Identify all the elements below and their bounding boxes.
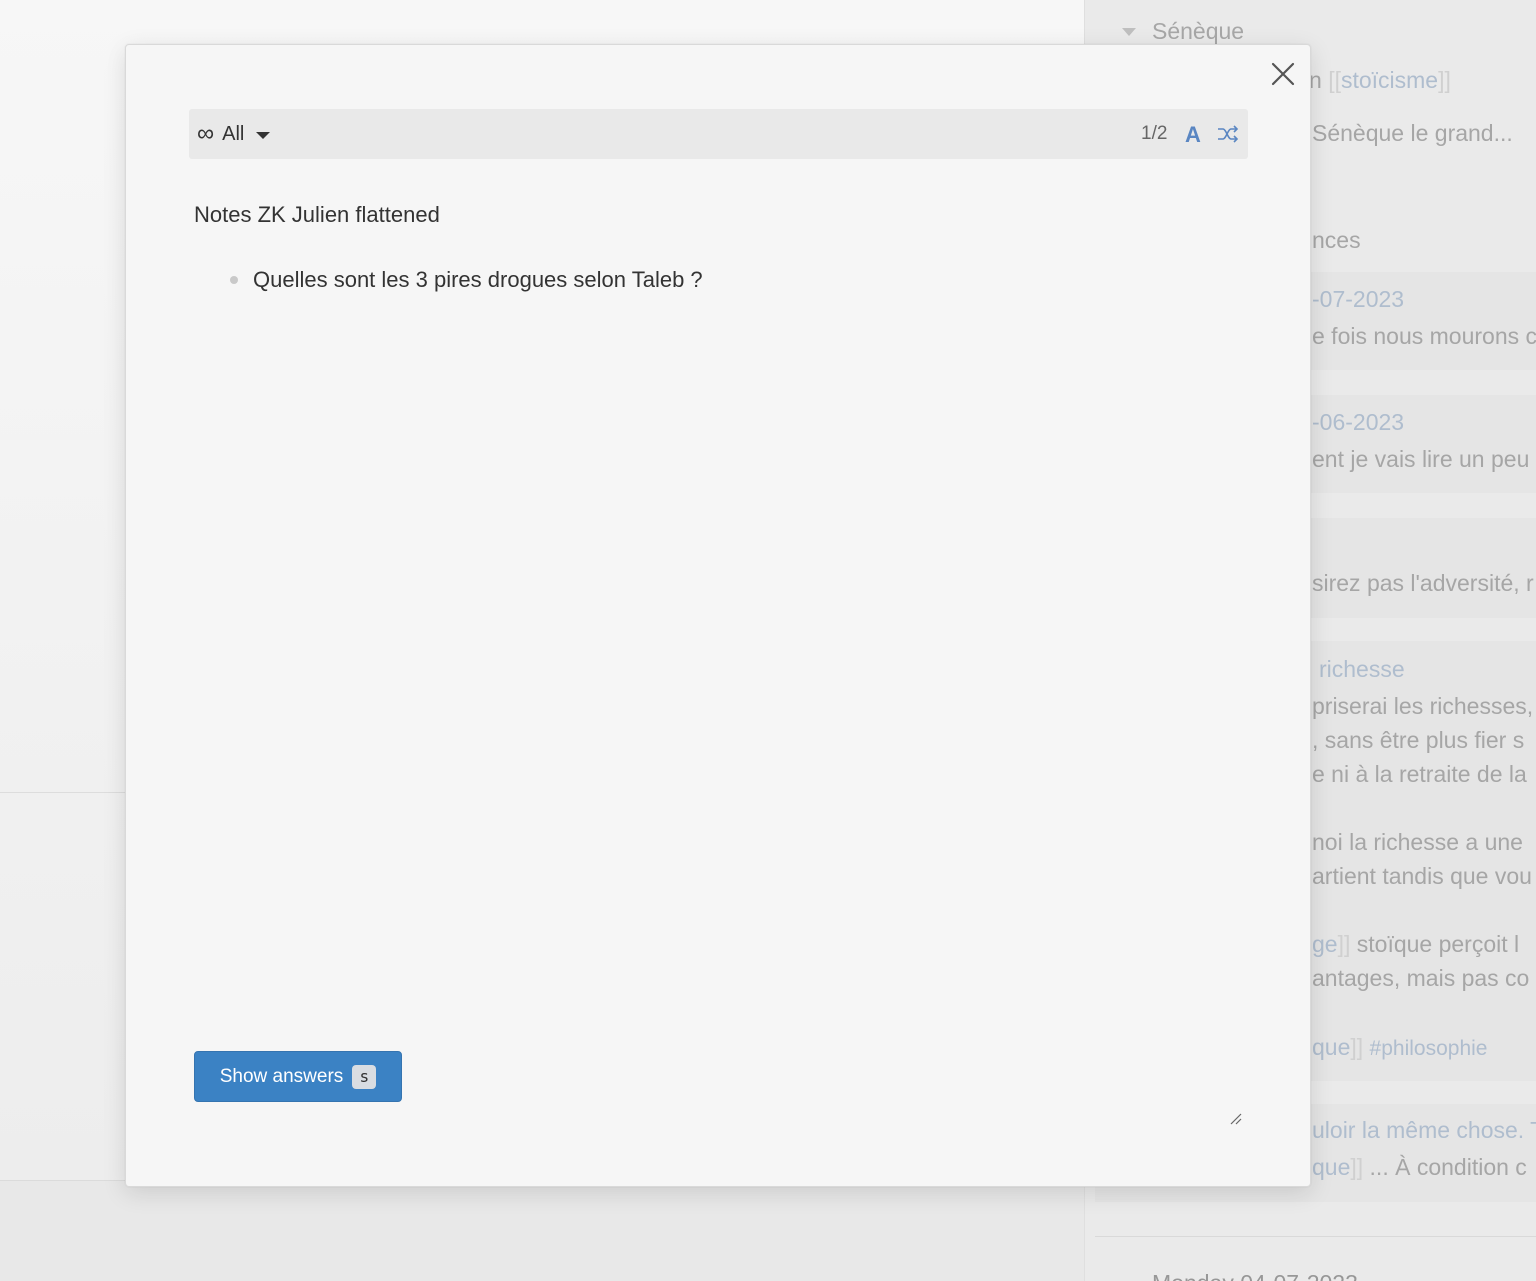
show-answers-button[interactable]: Show answers s	[194, 1051, 402, 1102]
card-title: Notes ZK Julien flattened	[194, 202, 440, 227]
close-icon	[1271, 62, 1295, 86]
flashcard-modal: ∞ All 1/2 A Notes ZK Julien flattened Qu…	[125, 44, 1311, 1187]
chevron-down-icon	[256, 131, 271, 139]
show-answers-label: Show answers	[219, 1065, 344, 1087]
deck-label: All	[222, 122, 245, 145]
close-button[interactable]	[1268, 59, 1298, 89]
flashcard-toolbar: ∞ All 1/2 A	[189, 109, 1248, 159]
app-window: Sénèque n [[stoïcisme]] Sénèque le grand…	[0, 0, 1536, 1281]
resize-handle-icon[interactable]	[1228, 1111, 1242, 1125]
card-content: Quelles sont les 3 pires drogues selon T…	[230, 263, 703, 297]
shuffle-icon	[1218, 125, 1239, 143]
card-counter: 1/2	[1141, 123, 1168, 144]
font-toggle-button[interactable]: A	[1185, 109, 1201, 159]
keyboard-shortcut-badge: s	[352, 1064, 377, 1089]
card-question: Quelles sont les 3 pires drogues selon T…	[253, 267, 703, 292]
list-item: Quelles sont les 3 pires drogues selon T…	[230, 263, 703, 297]
deck-select[interactable]: ∞ All	[197, 109, 271, 159]
bullet-icon[interactable]	[230, 276, 238, 284]
shuffle-button[interactable]	[1216, 122, 1240, 146]
infinity-icon: ∞	[197, 120, 215, 147]
